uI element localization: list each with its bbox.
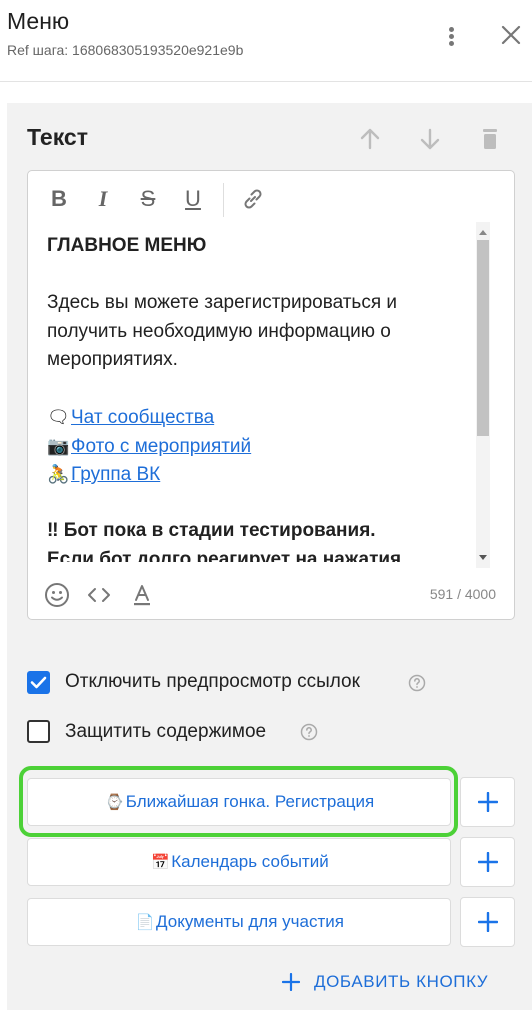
link-icon[interactable]	[240, 186, 266, 212]
add-row-button[interactable]	[460, 837, 515, 887]
camera-icon: 📷	[47, 435, 70, 456]
scroll-down-icon[interactable]	[478, 554, 488, 562]
disable-preview-label[interactable]: Отключить предпросмотр ссылок	[65, 671, 360, 693]
scroll-up-icon[interactable]	[478, 228, 488, 236]
block-title: Текст	[27, 124, 88, 150]
participation-documents-button[interactable]: 📄Документы для участия	[27, 898, 451, 946]
cyclist-icon: 🚴	[47, 464, 70, 484]
plus-icon	[478, 792, 498, 812]
race-registration-button[interactable]: ⌚Ближайшая гонка. Регистрация	[27, 778, 451, 826]
arrow-up-icon[interactable]	[355, 124, 385, 154]
content-text: мероприятиях.	[47, 349, 178, 370]
text-format-icon[interactable]	[129, 582, 155, 608]
header: Меню Ref шага: 168068305193520e921e9b	[0, 0, 532, 82]
document-icon: 📄	[135, 914, 155, 931]
strikethrough-button[interactable]: S	[135, 186, 161, 212]
page-title: Меню	[7, 8, 70, 34]
more-options-icon[interactable]	[440, 20, 464, 50]
editor-content[interactable]: ГЛАВНОЕ МЕНЮ Здесь вы можете зарегистрир…	[47, 232, 467, 562]
watch-icon: ⌚	[105, 794, 125, 811]
add-row-button[interactable]	[460, 777, 515, 827]
trash-icon[interactable]	[475, 124, 505, 154]
events-calendar-button[interactable]: 📅Календарь событий	[27, 838, 451, 886]
speech-bubble-icon: 🗨	[47, 407, 70, 427]
content-warning: ‼ Бот пока в стадии тестирования.	[47, 520, 376, 541]
button-label: Ближайшая гонка. Регистрация	[125, 792, 375, 811]
italic-button[interactable]: I	[90, 186, 116, 212]
protect-content-label[interactable]: Защитить содержимое	[65, 721, 266, 743]
underline-button[interactable]: U	[180, 186, 206, 212]
char-counter: 591 / 4000	[429, 586, 496, 602]
toolbar-divider	[223, 183, 224, 217]
content-text: получить необходимую информацию о	[47, 320, 391, 342]
code-icon[interactable]	[86, 582, 112, 608]
button-label: Календарь событий	[171, 852, 329, 871]
disable-preview-checkbox[interactable]	[27, 671, 50, 694]
protect-content-checkbox[interactable]	[27, 720, 50, 743]
calendar-icon: 📅	[150, 854, 170, 871]
close-icon[interactable]	[496, 20, 526, 50]
content-text: Здесь вы можете зарегистрироваться и	[47, 292, 398, 313]
arrow-down-icon[interactable]	[415, 124, 445, 154]
event-photos-link[interactable]: Фото с мероприятий	[71, 436, 251, 457]
add-button-label: ДОБАВИТЬ КНОПКУ	[314, 972, 489, 991]
add-button[interactable]: ДОБАВИТЬ КНОПКУ	[282, 968, 502, 998]
plus-icon	[478, 912, 498, 932]
add-row-button[interactable]	[460, 897, 515, 947]
emoji-icon[interactable]	[44, 582, 70, 608]
content-heading: ГЛАВНОЕ МЕНЮ	[47, 235, 207, 256]
bold-button[interactable]: B	[46, 186, 72, 212]
content-warning: Если бот долго реагирует на нажатия	[47, 548, 402, 563]
vk-group-link[interactable]: Группа ВК	[71, 464, 160, 485]
help-icon[interactable]	[300, 723, 318, 741]
help-icon[interactable]	[408, 674, 426, 692]
plus-icon	[478, 852, 498, 872]
plus-icon	[282, 973, 300, 991]
editor-scrollbar-thumb[interactable]	[477, 240, 489, 436]
step-ref: Ref шага: 168068305193520e921e9b	[7, 42, 244, 58]
community-chat-link[interactable]: Чат сообщества	[71, 407, 214, 428]
button-label: Документы для участия	[156, 912, 344, 931]
